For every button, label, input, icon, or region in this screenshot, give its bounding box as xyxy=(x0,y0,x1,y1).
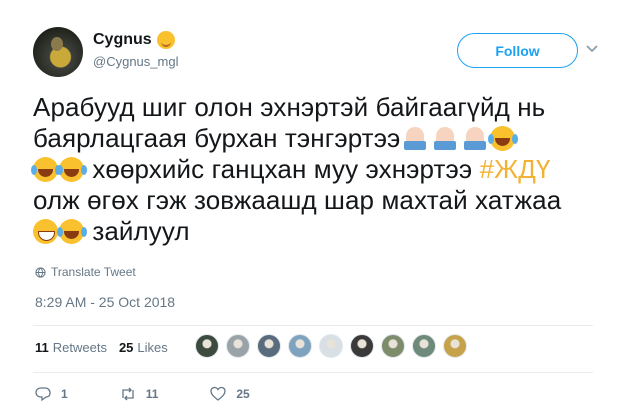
engagement-stats: 11 Retweets 25 Likes xyxy=(35,340,180,355)
likes-count: 25 xyxy=(118,340,134,355)
display-name[interactable]: Cygnus xyxy=(93,31,152,49)
tears-of-joy-emoji-icon xyxy=(57,219,84,244)
folded-hands-emoji-icon xyxy=(430,125,460,151)
tweet-line: баярлацгаая бурхан тэнгэртээ xyxy=(33,123,593,154)
tweet-header: Cygnus @Cygnus_mgl Follow xyxy=(33,27,603,77)
chevron-down-icon[interactable] xyxy=(585,42,599,56)
retweets-count: 11 xyxy=(35,340,49,355)
retweet-count: 11 xyxy=(145,387,159,401)
smiling-face-emoji-icon xyxy=(156,31,175,49)
folded-hands-emoji-icon xyxy=(400,125,430,151)
liker-avatar[interactable] xyxy=(226,334,250,358)
translate-label[interactable]: Translate Tweet xyxy=(51,265,136,279)
liker-avatar[interactable] xyxy=(195,334,219,358)
retweet-button[interactable]: 11 xyxy=(120,386,159,402)
retweets-stat[interactable]: 11 Retweets xyxy=(35,340,107,355)
tweet-line: зайлуул xyxy=(33,216,593,247)
retweet-icon xyxy=(122,387,134,401)
likes-stat[interactable]: 25 Likes xyxy=(119,340,168,355)
divider xyxy=(33,325,593,326)
retweets-label: Retweets xyxy=(52,340,107,355)
liker-avatar[interactable] xyxy=(288,334,312,358)
name-row: Cygnus xyxy=(93,31,175,49)
liker-avatar[interactable] xyxy=(319,334,343,358)
liker-avatars xyxy=(195,334,474,358)
divider xyxy=(33,372,593,373)
heart-icon xyxy=(210,386,227,401)
like-count: 25 xyxy=(236,387,250,401)
tweet-line-text: баярлацгаая бурхан тэнгэртээ xyxy=(33,123,401,153)
tears-of-joy-emoji-icon xyxy=(31,157,58,182)
follow-button[interactable]: Follow xyxy=(457,33,578,68)
liker-avatar[interactable] xyxy=(412,334,436,358)
folded-hands-emoji-icon xyxy=(460,125,490,151)
liker-avatar[interactable] xyxy=(443,334,467,358)
tweet-line-text: хөөрхийс ганцхан муу эхнэртээ xyxy=(85,154,480,184)
tweet-actions: 1 11 25 xyxy=(35,386,302,402)
liker-avatar[interactable] xyxy=(381,334,405,358)
avatar[interactable] xyxy=(33,27,83,77)
tweet-line: олж өгөх гэж зовжаашд шар махтай хатжаа xyxy=(33,185,562,215)
tears-of-joy-emoji-icon xyxy=(57,157,84,182)
liker-avatar[interactable] xyxy=(257,334,281,358)
tweet-line: Арабууд шиг олон эхнэртэй байгаагүйд нь xyxy=(33,92,546,122)
liker-avatar[interactable] xyxy=(350,334,374,358)
hashtag-link[interactable]: #ЖДҮ xyxy=(480,154,551,184)
reply-count: 1 xyxy=(61,387,68,401)
likes-label: Likes xyxy=(137,340,168,355)
tweet-text: Арабууд шиг олон эхнэртэй байгаагүйд нь … xyxy=(31,92,593,247)
grinning-face-emoji-icon xyxy=(33,219,58,244)
user-handle[interactable]: @Cygnus_mgl xyxy=(93,54,178,69)
globe-icon xyxy=(35,266,46,278)
reply-icon xyxy=(35,387,51,402)
translate-tweet-link[interactable]: Translate Tweet xyxy=(35,265,136,279)
like-button[interactable]: 25 xyxy=(210,386,250,402)
tweet-line: хөөрхийс ганцхан муу эхнэртээ #ЖДҮ xyxy=(31,154,593,185)
reply-button[interactable]: 1 xyxy=(35,386,68,402)
tweet-line-text: зайлуул xyxy=(85,216,190,246)
tweet-timestamp[interactable]: 8:29 AM - 25 Oct 2018 xyxy=(35,294,175,310)
tears-of-joy-emoji-icon xyxy=(488,126,516,151)
